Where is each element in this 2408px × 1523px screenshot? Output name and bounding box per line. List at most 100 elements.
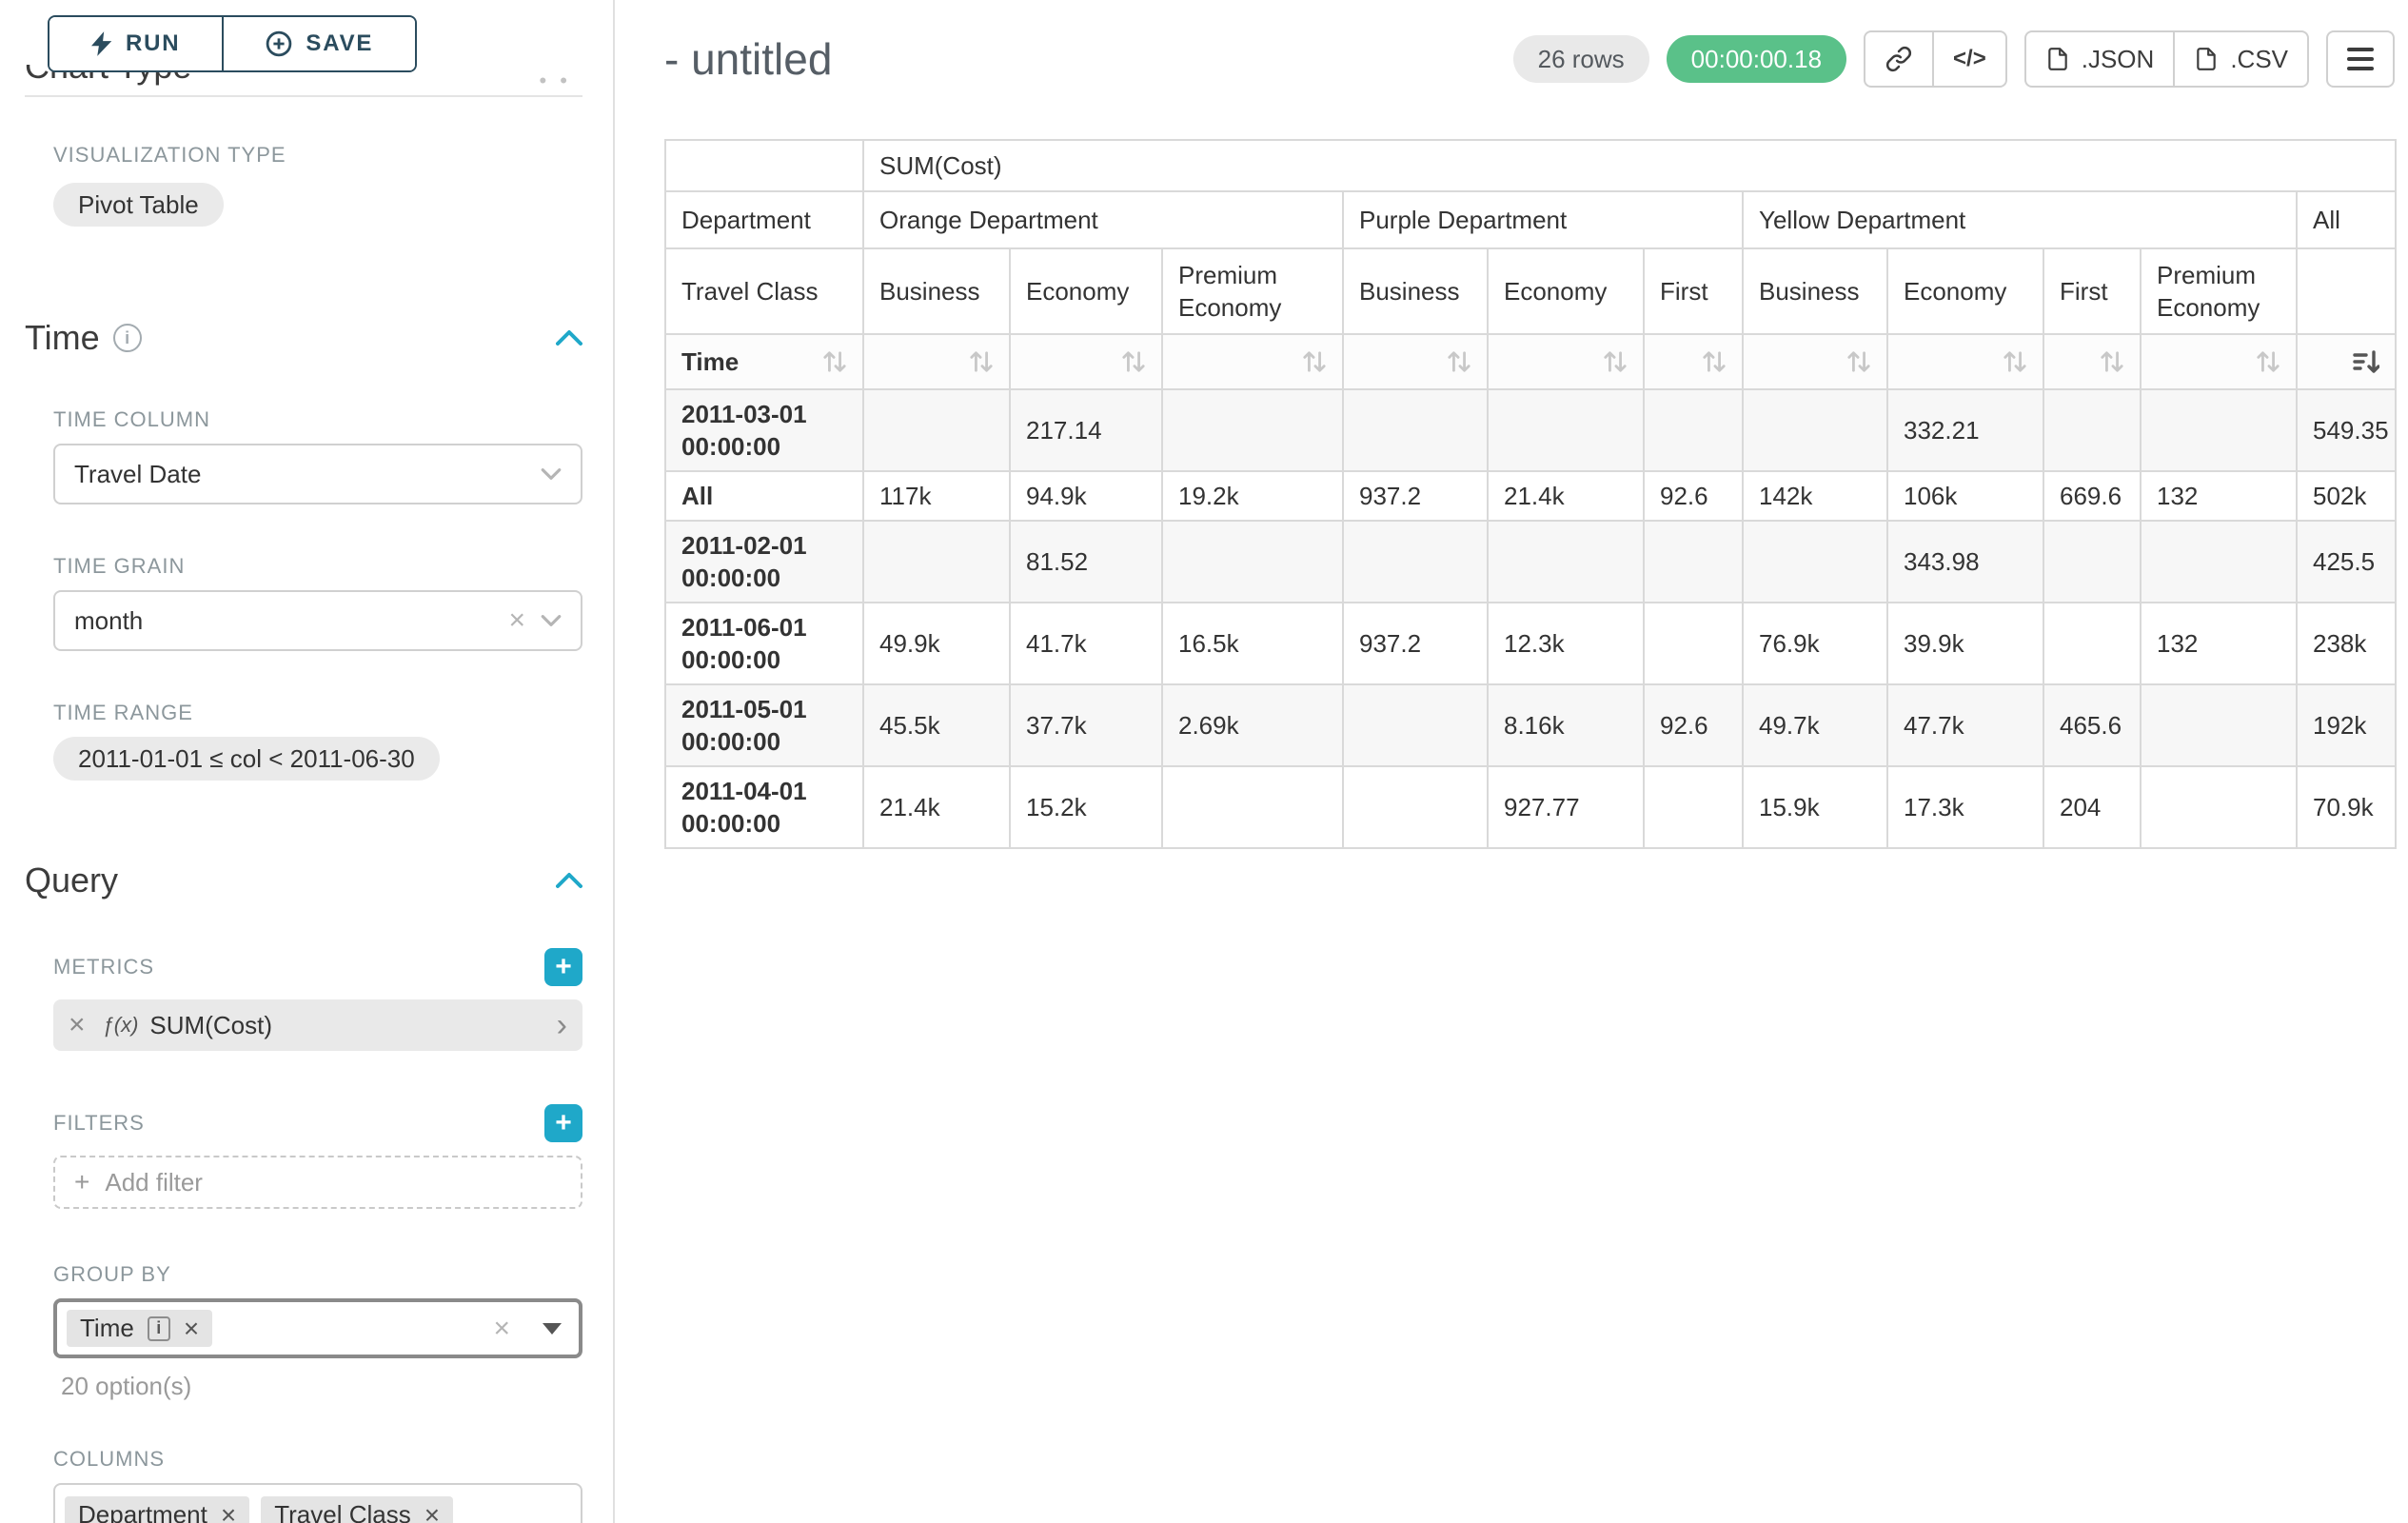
cell: 21.4k: [1488, 471, 1644, 521]
cell: 937.2: [1343, 471, 1488, 521]
cell: 49.9k: [863, 603, 1010, 684]
travel-class-header: Economy: [1010, 248, 1162, 334]
export-json-button[interactable]: .JSON: [2024, 30, 2176, 88]
sort-icon: [1846, 349, 1871, 374]
code-icon: </>: [1953, 46, 1986, 72]
tag-department[interactable]: Department×: [65, 1496, 249, 1523]
sort-icon: [1121, 349, 1146, 374]
cell: [1162, 389, 1343, 471]
sort-button[interactable]: [1887, 334, 2043, 389]
pivot-tbody: 2011-03-01 00:00:00217.14332.21549.35All…: [665, 389, 2396, 848]
control-panel: RUN SAVE • • Chart Type VISUALIZATION TY…: [0, 0, 615, 1523]
table-row: 2011-02-01 00:00:0081.52343.98425.5: [665, 521, 2396, 603]
cell: [2043, 389, 2141, 471]
chevron-right-icon[interactable]: ›: [557, 1009, 567, 1041]
sort-icon: [1302, 349, 1327, 374]
cell: [2141, 766, 2297, 848]
run-button[interactable]: RUN: [49, 17, 222, 70]
cell: 92.6: [1644, 684, 1743, 766]
visualization-type-pill[interactable]: Pivot Table: [53, 183, 224, 227]
sort-button[interactable]: [1343, 334, 1488, 389]
query-section-header[interactable]: Query: [25, 860, 582, 900]
cell: [1644, 389, 1743, 471]
sort-button[interactable]: [2141, 334, 2297, 389]
sort-button-active[interactable]: [2297, 334, 2396, 389]
save-button[interactable]: SAVE: [222, 17, 415, 70]
tag-travel-class[interactable]: Travel Class×: [261, 1496, 453, 1523]
chevron-up-icon[interactable]: [556, 329, 582, 346]
time-grain-select[interactable]: month ×: [53, 590, 582, 651]
embed-code-button[interactable]: </>: [1932, 30, 2007, 88]
group-by-select[interactable]: Timei× ×: [53, 1298, 582, 1358]
fx-icon: ƒ(x): [103, 1013, 139, 1038]
save-button-label: SAVE: [306, 30, 373, 57]
time-range-pill[interactable]: 2011-01-01 ≤ col < 2011-06-30: [53, 737, 440, 781]
sort-icon: [2003, 349, 2027, 374]
sort-button[interactable]: [1010, 334, 1162, 389]
sort-icon: [822, 349, 847, 374]
sort-button[interactable]: [1743, 334, 1887, 389]
chevron-up-icon[interactable]: [556, 872, 582, 889]
cell: 238k: [2297, 603, 2396, 684]
metric-item[interactable]: × ƒ(x) SUM(Cost) ›: [53, 999, 582, 1051]
cell: 669.6: [2043, 471, 2141, 521]
cell: 132: [2141, 471, 2297, 521]
cell: [1488, 521, 1644, 603]
cell: 2.69k: [1162, 684, 1343, 766]
cell: [1162, 521, 1343, 603]
cell: 549.35: [2297, 389, 2396, 471]
sort-button[interactable]: [863, 334, 1010, 389]
clear-icon[interactable]: ×: [493, 1315, 510, 1343]
time-sort-header[interactable]: Time: [665, 334, 863, 389]
table-row: 2011-03-01 00:00:00217.14332.21549.35: [665, 389, 2396, 471]
sort-icon: [2256, 349, 2280, 374]
chevron-down-icon: [541, 614, 562, 627]
time-column-select[interactable]: Travel Date: [53, 444, 582, 504]
menu-button[interactable]: [2326, 30, 2395, 88]
tag-time[interactable]: Timei×: [67, 1310, 212, 1347]
metrics-label: METRICS: [53, 955, 154, 979]
add-filter-dropzone[interactable]: + Add filter: [53, 1156, 582, 1209]
add-filter-button[interactable]: +: [544, 1104, 582, 1142]
cell: [1343, 684, 1488, 766]
time-range-label: TIME RANGE: [53, 701, 582, 725]
cell: 204: [2043, 766, 2141, 848]
cell: [1343, 521, 1488, 603]
cell: 94.9k: [1010, 471, 1162, 521]
row-header: All: [665, 471, 863, 521]
time-section-header[interactable]: Time i: [25, 318, 582, 358]
remove-tag-icon[interactable]: ×: [424, 1502, 440, 1523]
export-button-group: .JSON .CSV: [2024, 30, 2309, 88]
remove-metric-icon[interactable]: ×: [69, 1011, 86, 1039]
cell: 117k: [863, 471, 1010, 521]
cell: 927.77: [1488, 766, 1644, 848]
department-header: Purple Department: [1343, 191, 1743, 248]
remove-tag-icon[interactable]: ×: [221, 1502, 236, 1523]
sort-button[interactable]: [2043, 334, 2141, 389]
cell: 937.2: [1343, 603, 1488, 684]
cell: 81.52: [1010, 521, 1162, 603]
add-metric-button[interactable]: +: [544, 948, 582, 986]
department-header: Yellow Department: [1743, 191, 2297, 248]
export-csv-button[interactable]: .CSV: [2173, 30, 2309, 88]
chart-title: - untitled: [664, 33, 832, 85]
sort-desc-icon: [2353, 348, 2379, 375]
columns-select[interactable]: Department× Travel Class× ×: [53, 1483, 582, 1523]
plus-circle-icon: [266, 30, 292, 57]
remove-tag-icon[interactable]: ×: [184, 1315, 199, 1342]
main-header: - untitled 26 rows 00:00:00.18 </> .JSON: [664, 30, 2395, 88]
sort-icon: [2100, 349, 2124, 374]
cell: [2043, 603, 2141, 684]
sort-button[interactable]: [1644, 334, 1743, 389]
caret-down-icon[interactable]: [543, 1323, 562, 1335]
row-header: 2011-04-01 00:00:00: [665, 766, 863, 848]
sort-button[interactable]: [1162, 334, 1343, 389]
section-divider: [25, 95, 582, 97]
cell: 132: [2141, 603, 2297, 684]
time-section-title: Time: [25, 318, 100, 358]
clear-icon[interactable]: ×: [508, 606, 525, 635]
copy-link-button[interactable]: [1864, 30, 1934, 88]
sort-button[interactable]: [1488, 334, 1644, 389]
plus-icon: +: [74, 1167, 89, 1197]
travel-class-header: Business: [1343, 248, 1488, 334]
